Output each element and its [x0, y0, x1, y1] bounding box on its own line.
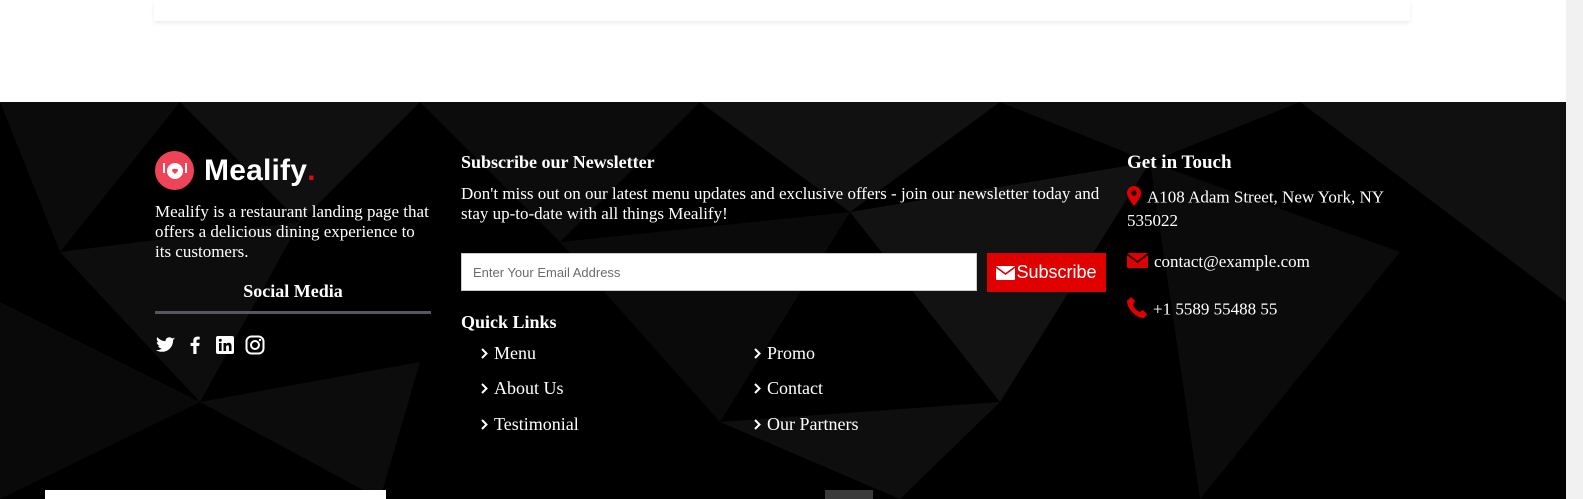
quick-link-label: Testimonial [494, 414, 579, 434]
instagram-icon[interactable] [245, 335, 265, 355]
brand-name: Mealify [204, 153, 308, 187]
quick-link-testimonial[interactable]: Testimonial [481, 414, 579, 435]
scroll-to-top-handle[interactable] [825, 490, 873, 499]
get-in-touch-title: Get in Touch [1127, 152, 1232, 173]
newsletter-title: Subscribe our Newsletter [461, 152, 655, 172]
brand-logo[interactable]: Mealify. [155, 151, 315, 190]
brand-description: Mealify is a restaurant landing page tha… [155, 202, 429, 261]
quick-link-menu[interactable]: Menu [481, 343, 536, 364]
chevron-right-icon [481, 348, 488, 359]
newsletter-description: Don't miss out on our latest menu update… [461, 184, 1100, 223]
quick-link-label: About Us [494, 378, 564, 398]
content-card-bottom [154, 0, 1410, 21]
facebook-icon[interactable] [185, 335, 205, 355]
quick-link-promo[interactable]: Promo [754, 343, 815, 364]
envelope-icon [996, 265, 1016, 280]
quick-links-title: Quick Links [461, 312, 557, 332]
page-scrollbar[interactable] [1566, 0, 1583, 499]
bottom-overlay-bar [45, 490, 386, 499]
phone-text: +1 5589 55488 55 [1153, 299, 1278, 319]
brand-dot: . [307, 153, 316, 187]
email-input[interactable] [461, 253, 977, 291]
chevron-right-icon [754, 419, 761, 430]
quick-link-label: Our Partners [767, 414, 859, 434]
quick-link-label: Promo [767, 343, 816, 363]
contact-email[interactable]: contact@example.com [1126, 252, 1310, 273]
quick-link-label: Contact [767, 378, 823, 398]
address-text: A108 Adam Street, New York, NY 535022 [1127, 187, 1384, 230]
contact-phone[interactable]: +1 5589 55488 55 [1127, 297, 1277, 324]
envelope-icon [1126, 253, 1149, 273]
social-icons [155, 335, 275, 355]
site-footer: Mealify. Mealify is a restaurant landing… [0, 102, 1566, 499]
social-divider [155, 311, 431, 314]
phone-icon [1127, 297, 1147, 324]
linkedin-icon[interactable] [215, 335, 235, 355]
contact-address: A108 Adam Street, New York, NY 535022 [1127, 186, 1412, 231]
quick-link-label: Menu [494, 343, 536, 363]
map-pin-icon [1127, 186, 1141, 211]
quick-link-contact[interactable]: Contact [754, 378, 823, 399]
social-media-title: Social Media [243, 281, 343, 301]
logo-dish-icon [155, 151, 194, 190]
twitter-icon[interactable] [155, 335, 175, 355]
quick-link-our-partners[interactable]: Our Partners [754, 414, 858, 435]
subscribe-button[interactable]: Subscribe [987, 253, 1106, 292]
chevron-right-icon [481, 419, 488, 430]
email-text: contact@example.com [1154, 252, 1310, 271]
chevron-right-icon [754, 348, 761, 359]
subscribe-label: Subscribe [1016, 262, 1097, 282]
quick-link-about-us[interactable]: About Us [481, 378, 564, 399]
chevron-right-icon [481, 383, 488, 394]
chevron-right-icon [754, 383, 761, 394]
